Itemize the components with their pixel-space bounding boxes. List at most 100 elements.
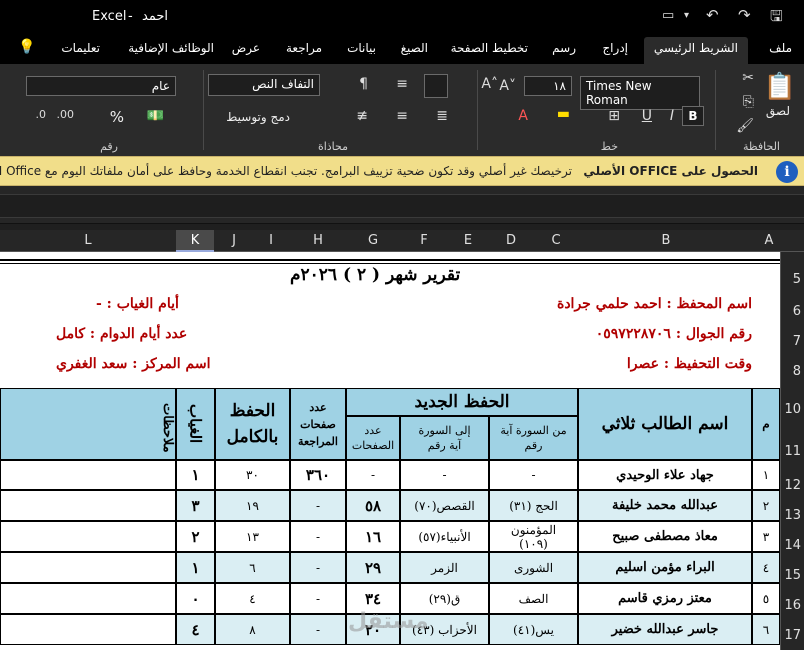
header-absence[interactable]: الغياب: [176, 388, 215, 460]
cell-absence[interactable]: ٤: [176, 614, 215, 645]
formula-input[interactable]: [0, 194, 804, 218]
cell-from[interactable]: الشورى: [489, 552, 578, 583]
cell-absence[interactable]: ٢: [176, 521, 215, 552]
align-middle-icon[interactable]: ≡: [396, 76, 408, 92]
align-top-button[interactable]: [424, 74, 448, 98]
bold-button[interactable]: B: [682, 106, 704, 126]
header-name[interactable]: اسم الطالب ثلاثي: [578, 388, 752, 460]
cell-review[interactable]: -: [290, 614, 346, 645]
decrease-decimal-icon[interactable]: .00: [57, 108, 75, 121]
row-header[interactable]: 13: [784, 508, 801, 523]
cell-review[interactable]: -: [290, 583, 346, 614]
cell-student-name[interactable]: جاسر عبدالله خضير: [578, 614, 752, 645]
cell-full[interactable]: ١٣: [215, 521, 290, 552]
undo-dropdown-icon[interactable]: ▾: [684, 10, 689, 21]
cell-student-name[interactable]: البراء مؤمن اسليم: [578, 552, 752, 583]
number-format-select[interactable]: عام: [26, 76, 176, 96]
cut-icon[interactable]: ✂: [742, 70, 754, 86]
cell-m[interactable]: ١: [752, 460, 780, 490]
cell-m[interactable]: ٢: [752, 490, 780, 521]
align-right-icon[interactable]: ≣: [436, 108, 448, 124]
cell-absence[interactable]: ١: [176, 460, 215, 490]
center-name[interactable]: اسم المركز : سعد الغفري: [56, 356, 210, 372]
cell-m[interactable]: ٥: [752, 583, 780, 614]
tab-addins[interactable]: الوظائف الإضافية: [128, 41, 214, 55]
memorization-time[interactable]: وقت التحفيظ : عصرا: [627, 356, 752, 372]
cell-pages[interactable]: -: [346, 460, 400, 490]
cell-notes[interactable]: [0, 583, 176, 614]
cell-from[interactable]: -: [489, 460, 578, 490]
tab-home[interactable]: الشريط الرئيسي: [643, 37, 748, 64]
cell-full[interactable]: ٨: [215, 614, 290, 645]
cell-absence[interactable]: ٣: [176, 490, 215, 521]
cell-to[interactable]: الأنبياء(٥٧): [400, 521, 489, 552]
row-header[interactable]: 16: [784, 598, 801, 613]
cell-student-name[interactable]: معاذ مصطفى صبيح: [578, 521, 752, 552]
column-header[interactable]: J: [226, 233, 242, 248]
tab-insert[interactable]: إدراج: [602, 41, 628, 55]
column-header[interactable]: F: [414, 233, 434, 248]
cell-student-name[interactable]: معتز رمزي قاسم: [578, 583, 752, 614]
tab-help[interactable]: تعليمات: [61, 41, 100, 55]
header-new-memorization[interactable]: الحفظ الجديد: [346, 388, 578, 416]
column-header[interactable]: L: [80, 233, 96, 248]
tab-file[interactable]: ملف: [769, 41, 792, 55]
cell-notes[interactable]: [0, 614, 176, 645]
copy-icon[interactable]: ⎘: [743, 94, 754, 110]
cell-pages[interactable]: ١٦: [346, 521, 400, 552]
font-size-select[interactable]: ١٨: [524, 76, 572, 96]
merge-center-button[interactable]: دمج وتوسيط: [226, 110, 290, 124]
text-direction-icon[interactable]: ¶: [359, 76, 368, 92]
tab-data[interactable]: بيانات: [347, 41, 376, 55]
paste-icon[interactable]: 📋: [764, 72, 796, 102]
header-review-pages[interactable]: عدد صفحات المراجعة: [290, 388, 346, 460]
decrease-font-icon[interactable]: A˅: [499, 78, 516, 94]
accounting-format-icon[interactable]: 💵: [147, 108, 164, 124]
cell-absence[interactable]: ١: [176, 552, 215, 583]
borders-icon[interactable]: ⊞: [608, 108, 620, 124]
report-title[interactable]: تقرير شهر ( ٢ ) ٢٠٢٦م: [290, 265, 460, 285]
cell-notes[interactable]: [0, 521, 176, 552]
header-pages[interactable]: عدد الصفحات: [346, 416, 400, 460]
row-header[interactable]: 7: [793, 334, 801, 349]
header-from[interactable]: من السورة آية رقم: [489, 416, 578, 460]
cell-full[interactable]: ٦: [215, 552, 290, 583]
fill-color-icon[interactable]: ▬: [557, 106, 570, 122]
cell-notes[interactable]: [0, 460, 176, 490]
cell-m[interactable]: ٣: [752, 521, 780, 552]
row-header[interactable]: 10: [784, 402, 801, 417]
font-color-icon[interactable]: A: [518, 108, 528, 124]
underline-icon[interactable]: U: [642, 108, 652, 124]
cell-m[interactable]: ٦: [752, 614, 780, 645]
cell-from[interactable]: المؤمنون (١٠٩): [489, 521, 578, 552]
percent-button[interactable]: %: [110, 108, 124, 126]
align-left-icon[interactable]: ≢: [356, 108, 368, 124]
cell-full[interactable]: ١٩: [215, 490, 290, 521]
tab-draw[interactable]: رسم: [552, 41, 576, 55]
column-header[interactable]: A: [760, 233, 778, 248]
tab-view[interactable]: عرض: [232, 41, 260, 55]
row-header[interactable]: 17: [784, 628, 801, 643]
row-header[interactable]: 14: [784, 538, 801, 553]
cell-to[interactable]: القصص(٧٠): [400, 490, 489, 521]
italic-icon[interactable]: I: [670, 108, 674, 124]
increase-font-icon[interactable]: A˄: [481, 76, 498, 92]
cell-full[interactable]: ٤: [215, 583, 290, 614]
header-notes[interactable]: ملاحظات: [0, 388, 176, 460]
cell-review[interactable]: -: [290, 490, 346, 521]
customize-qat-icon[interactable]: ▭: [662, 8, 674, 23]
column-header[interactable]: B: [656, 233, 676, 248]
cell-notes[interactable]: [0, 552, 176, 583]
cell-absence[interactable]: ٠: [176, 583, 215, 614]
cell-to[interactable]: الزمر: [400, 552, 489, 583]
tab-formulas[interactable]: الصيغ: [401, 41, 428, 55]
column-header[interactable]: E: [458, 233, 478, 248]
increase-decimal-icon[interactable]: .0: [36, 108, 47, 121]
teacher-name[interactable]: اسم المحفظ : احمد حلمي جرادة: [557, 296, 752, 312]
cell-pages[interactable]: ٢٩: [346, 552, 400, 583]
row-header[interactable]: 12: [784, 478, 801, 493]
save-icon[interactable]: 🖫: [770, 6, 783, 31]
cell-to[interactable]: -: [400, 460, 489, 490]
cell-review[interactable]: -: [290, 552, 346, 583]
cell-student-name[interactable]: جهاد علاء الوحيدي: [578, 460, 752, 490]
